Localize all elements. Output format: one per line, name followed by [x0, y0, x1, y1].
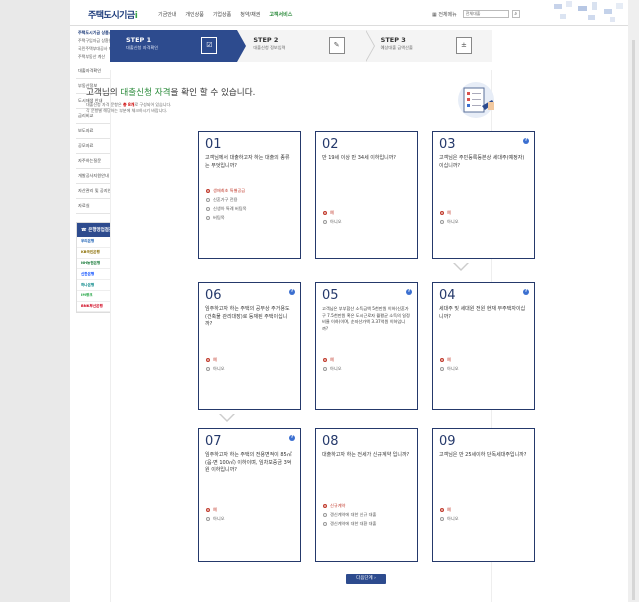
question-text: 만 19세 이상 만 34세 이하입니까?	[322, 155, 396, 161]
question-text: 임주하고자 하는 주택의 공부상 주거용도(건축물 관리대장)로 등재된 주택이…	[205, 306, 290, 327]
nav-corporate[interactable]: 기업상품	[213, 11, 231, 18]
nav-customer-service[interactable]: 고객서비스	[269, 11, 292, 18]
question-text: 세대주 및 세대원 전원 현재 무주택자이십니까?	[439, 306, 526, 320]
radio-option[interactable]: 아니오	[323, 219, 342, 225]
question-card-03: ? 03 고객님은 주민등록등본상 세대주(예정자)이십니까? 예 아니오	[432, 131, 535, 259]
checklist-icon: ☑	[201, 37, 218, 54]
step-3: STEP 3 예상대출 금액산출 ±	[364, 30, 492, 62]
site-logo[interactable]: 주택도시기금i	[88, 8, 138, 21]
site-header: 주택도시기금i 기금안내 개인상품 기업상품 청약/채권 고객서비스 ▦ 전체메…	[70, 0, 628, 26]
phone-icon: ☎	[81, 228, 87, 233]
radio-option[interactable]: 예	[206, 507, 225, 513]
radio-option[interactable]: 아니오	[206, 516, 225, 522]
radio-option[interactable]: 예	[323, 210, 342, 216]
radio-option[interactable]: 예	[323, 357, 342, 363]
question-text: 고객님은 부부합산 소득금액 5천만원 이하(신혼가구 7.5천만원 혹은 도시…	[322, 306, 410, 331]
radio-option[interactable]: 아니오	[206, 366, 225, 372]
radio-option[interactable]: 아니오	[440, 516, 459, 522]
question-card-05: ? 05 고객님은 부부합산 소득금액 5천만원 이하(신혼가구 7.5천만원 …	[315, 282, 418, 410]
header-decoration	[548, 0, 628, 26]
flow-connector	[453, 262, 469, 271]
radio-option[interactable]: 아니오	[440, 366, 459, 372]
radio-option[interactable]: 갱신계약에 대한 대환 대출	[323, 521, 376, 527]
help-icon[interactable]: ?	[406, 289, 412, 295]
step-indicator: STEP 1 대출신청 자격확인 ☑ STEP 2 대출신청 정보입력 ✎ ST…	[110, 30, 492, 62]
search-icon[interactable]: ⌕	[511, 10, 520, 18]
checklist-illustration	[458, 82, 494, 118]
question-text: 고객님은 주민등록등본상 세대주(예정자)이십니까?	[439, 155, 525, 169]
radio-option[interactable]: 아니오	[323, 366, 342, 372]
header-tools: ▦ 전체메뉴 전체대출 ⌕	[432, 10, 520, 18]
nav-fund-info[interactable]: 기금안내	[158, 11, 176, 18]
question-text: 고객님은 만 25세이하 단독세대주입니까?	[439, 452, 527, 458]
nav-subscription[interactable]: 청약/채권	[240, 11, 260, 18]
scrollbar[interactable]	[628, 0, 639, 602]
question-text: 고객님께서 대출하고자 하는 대출의 종류는 무엇입니까?	[205, 155, 290, 169]
question-text: 임주하고자 하는 주택의 전용면적이 85㎡(읍·면 100㎡) 이하이며, 임…	[205, 452, 292, 473]
question-text: 대출하고자 하는 전세가 신규계약 입니까?	[322, 452, 410, 458]
radio-option[interactable]: 아니오	[440, 219, 459, 225]
nav-personal[interactable]: 개인상품	[185, 11, 203, 18]
help-icon[interactable]: ?	[289, 435, 295, 441]
question-card-09: 09 고객님은 만 25세이하 단독세대주입니까? 예 아니오	[432, 428, 535, 562]
radio-option[interactable]: 갱신계약에 대한 신규 대출	[323, 512, 376, 518]
next-step-button[interactable]: 다음단계 ›	[346, 574, 386, 584]
step-1: STEP 1 대출신청 자격확인 ☑	[110, 30, 247, 62]
radio-option[interactable]: 예	[440, 210, 459, 216]
help-icon[interactable]: ?	[289, 289, 295, 295]
flow-connector	[219, 413, 235, 422]
question-card-02: 02 만 19세 이상 만 34세 이하입니까? 예 아니오	[315, 131, 418, 259]
page-description: 대출신청 자격 문항은 총 8개로 구성되어 있습니다. 각 문항별 해당하는 …	[86, 102, 172, 113]
radio-option[interactable]: 예	[440, 507, 459, 513]
chevron-right-icon: ›	[374, 576, 376, 581]
page-title: 고객님의 대출신청 자격을 확인 할 수 있습니다.	[86, 88, 256, 98]
all-menu-link[interactable]: ▦ 전체메뉴	[432, 11, 457, 18]
radio-option[interactable]: 생애최초 특별공급	[206, 188, 246, 194]
step-2: STEP 2 대출신청 정보입력 ✎	[237, 30, 375, 62]
question-card-01: 01 고객님께서 대출하고자 하는 대출의 종류는 무엇입니까? 생애최초 특별…	[198, 131, 301, 259]
radio-option[interactable]: 신혼가구 전용	[206, 197, 246, 203]
question-card-07: ? 07 임주하고자 하는 주택의 전용면적이 85㎡(읍·면 100㎡) 이하…	[198, 428, 301, 562]
global-nav: 기금안내 개인상품 기업상품 청약/채권 고객서비스	[158, 11, 301, 18]
question-card-06: ? 06 임주하고자 하는 주택의 공부상 주거용도(건축물 관리대장)로 등재…	[198, 282, 301, 410]
radio-option[interactable]: 예	[440, 357, 459, 363]
calculator-icon: ±	[455, 37, 472, 54]
radio-option[interactable]: 버팀목	[206, 215, 246, 221]
question-card-08: 08 대출하고자 하는 전세가 신규계약 입니까? 신규계약 갱신계약에 대한 …	[315, 428, 418, 562]
search-scope-select[interactable]: 전체대출	[462, 10, 509, 18]
help-icon[interactable]: ?	[523, 289, 529, 295]
radio-option[interactable]: 신규계약	[323, 503, 376, 509]
radio-option[interactable]: 예	[206, 357, 225, 363]
radio-option[interactable]: 신생아 특례 버팀목	[206, 206, 246, 212]
help-icon[interactable]: ?	[523, 138, 529, 144]
edit-form-icon: ✎	[328, 37, 345, 54]
question-card-04: ? 04 세대주 및 세대원 전원 현재 무주택자이십니까? 예 아니오	[432, 282, 535, 410]
